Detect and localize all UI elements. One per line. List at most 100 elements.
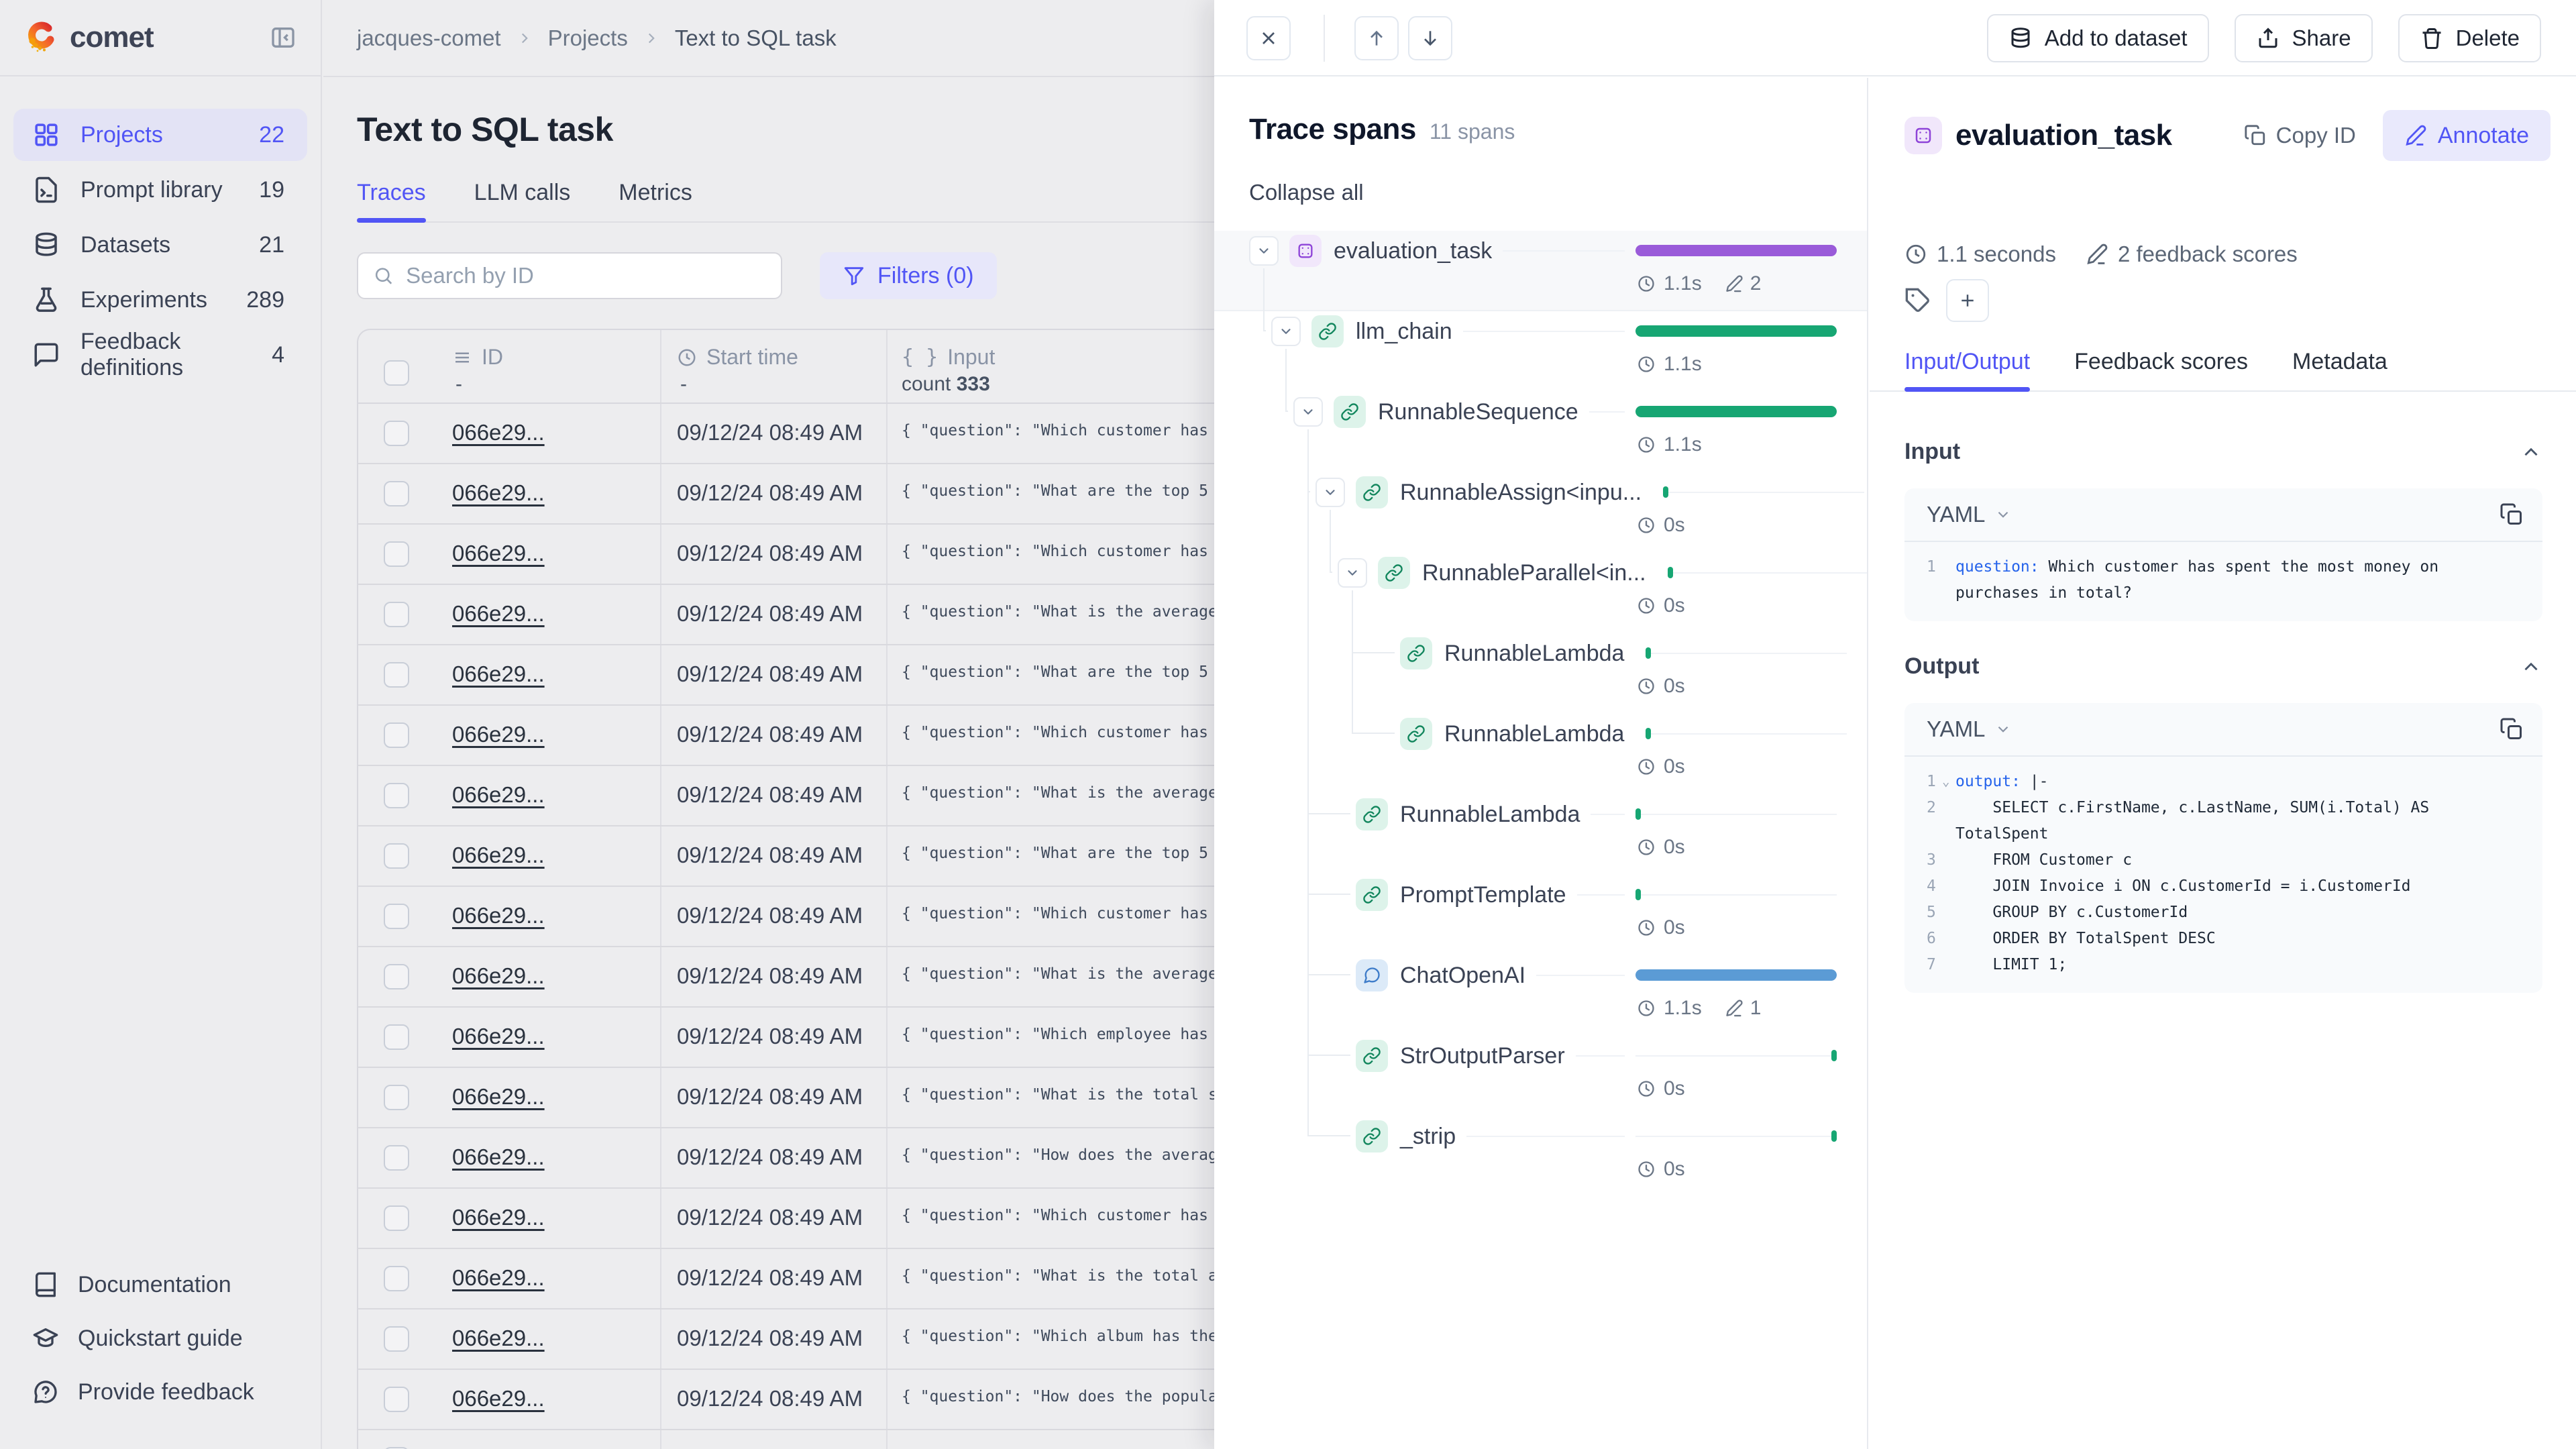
prev-trace-button[interactable]	[1354, 16, 1399, 60]
row-checkbox[interactable]	[384, 783, 409, 808]
row-checkbox[interactable]	[384, 602, 409, 627]
close-button[interactable]	[1246, 16, 1291, 60]
span-row-_strip[interactable]: _strip 0s	[1214, 1116, 1867, 1197]
row-checkbox[interactable]	[384, 1326, 409, 1352]
detail-tab-feedback-scores[interactable]: Feedback scores	[2074, 345, 2248, 390]
trace-id-link[interactable]: 066e29...	[452, 480, 545, 506]
copy-id-button[interactable]: Copy ID	[2244, 123, 2356, 148]
filters-button[interactable]: Filters (0)	[820, 252, 997, 299]
sidebar: comet Projects 22 Prompt library 19 Data…	[0, 0, 322, 1449]
row-checkbox[interactable]	[384, 541, 409, 567]
trace-id-link[interactable]: 066e29...	[452, 1084, 545, 1110]
expand-chevron-button[interactable]	[1338, 558, 1367, 588]
trace-id-link[interactable]: 066e29...	[452, 903, 545, 928]
delete-button[interactable]: Delete	[2398, 14, 2541, 62]
trace-id-link[interactable]: 066e29...	[452, 420, 545, 445]
span-duration: 0s	[1664, 916, 1685, 939]
span-row-runnablelambda[interactable]: RunnableLambda 0s	[1214, 794, 1867, 875]
span-row-evaluation_task[interactable]: evaluation_task 1.1s2	[1214, 231, 1867, 311]
row-checkbox[interactable]	[384, 1205, 409, 1231]
trace-id-link[interactable]: 066e29...	[452, 1144, 545, 1170]
row-checkbox[interactable]	[384, 1387, 409, 1412]
sidebar-item-feedback-definitions[interactable]: Feedback definitions 4	[13, 329, 307, 381]
fold-caret-icon[interactable]: ⌄	[1942, 769, 1949, 795]
span-row-chatopenai[interactable]: ChatOpenAI 1.1s1	[1214, 955, 1867, 1036]
row-checkbox[interactable]	[384, 1266, 409, 1291]
sidebar-item-datasets[interactable]: Datasets 21	[13, 219, 307, 271]
breadcrumb-item[interactable]: jacques-comet	[357, 25, 501, 51]
collapse-all-link[interactable]: Collapse all	[1249, 180, 1364, 205]
share-button[interactable]: Share	[2235, 14, 2373, 62]
select-all-checkbox[interactable]	[384, 360, 409, 386]
span-row-runnablelambda[interactable]: RunnableLambda 0s	[1214, 633, 1867, 714]
trace-id-link[interactable]: 066e29...	[452, 661, 545, 687]
expand-chevron-button[interactable]	[1271, 317, 1301, 346]
trace-id-link[interactable]: 066e29...	[452, 1265, 545, 1291]
trace-id-link[interactable]: 066e29...	[452, 1386, 545, 1411]
input-code: 1question: Which customer has spent the …	[1904, 542, 2542, 621]
span-row-runnableassigninpu[interactable]: RunnableAssign<inpu... 0s	[1214, 472, 1867, 553]
column-header-id[interactable]: ID	[452, 345, 503, 370]
row-checkbox[interactable]	[384, 662, 409, 688]
expand-chevron-button[interactable]	[1293, 397, 1323, 427]
column-header-input[interactable]: { } Input	[902, 345, 995, 370]
tab-traces[interactable]: Traces	[357, 180, 426, 221]
row-checkbox[interactable]	[384, 421, 409, 446]
copy-input-button[interactable]	[2500, 502, 2524, 527]
expand-chevron-button[interactable]	[1249, 236, 1279, 266]
span-row-runnablesequence[interactable]: RunnableSequence 1.1s	[1214, 392, 1867, 472]
collapse-output-button[interactable]	[2520, 655, 2542, 678]
trace-id-link[interactable]: 066e29...	[452, 601, 545, 627]
trace-id-link[interactable]: 066e29...	[452, 843, 545, 868]
trace-id-link[interactable]: 066e29...	[452, 1205, 545, 1230]
span-row-prompttemplate[interactable]: PromptTemplate 0s	[1214, 875, 1867, 955]
footer-link-quickstart-guide[interactable]: Quickstart guide	[13, 1313, 309, 1363]
breadcrumb-item[interactable]: Projects	[548, 25, 628, 51]
trace-id-link[interactable]: 066e29...	[452, 1024, 545, 1049]
trace-id-link[interactable]: 066e29...	[452, 722, 545, 747]
next-trace-button[interactable]	[1408, 16, 1452, 60]
trace-id-link[interactable]: 066e29...	[452, 1326, 545, 1351]
row-checkbox[interactable]	[384, 964, 409, 989]
detail-tab-metadata[interactable]: Metadata	[2292, 345, 2387, 390]
trace-id-link[interactable]: 066e29...	[452, 1446, 545, 1449]
footer-link-documentation[interactable]: Documentation	[13, 1260, 309, 1309]
row-checkbox[interactable]	[384, 904, 409, 929]
tab-llm-calls[interactable]: LLM calls	[474, 180, 571, 221]
sidebar-item-prompt-library[interactable]: Prompt library 19	[13, 164, 307, 216]
row-checkbox[interactable]	[384, 1145, 409, 1171]
comet-logo[interactable]: comet	[24, 20, 154, 55]
footer-link-provide-feedback[interactable]: Provide feedback	[13, 1367, 309, 1417]
span-row-stroutputparser[interactable]: StrOutputParser 0s	[1214, 1036, 1867, 1116]
add-to-dataset-button[interactable]: Add to dataset	[1987, 14, 2209, 62]
row-checkbox[interactable]	[384, 1085, 409, 1110]
expand-chevron-button[interactable]	[1316, 478, 1345, 507]
search-box[interactable]	[357, 252, 782, 299]
sidebar-collapse-icon[interactable]	[270, 24, 297, 51]
copy-output-button[interactable]	[2500, 717, 2524, 741]
span-row-runnablelambda[interactable]: RunnableLambda 0s	[1214, 714, 1867, 794]
input-format-dropdown[interactable]: YAML	[1927, 502, 2012, 527]
row-checkbox[interactable]	[384, 722, 409, 748]
tab-metrics[interactable]: Metrics	[619, 180, 692, 221]
collapse-input-button[interactable]	[2520, 441, 2542, 464]
span-row-llm_chain[interactable]: llm_chain 1.1s	[1214, 311, 1867, 392]
sidebar-item-experiments[interactable]: Experiments 289	[13, 274, 307, 326]
sidebar-item-projects[interactable]: Projects 22	[13, 109, 307, 161]
detail-tab-input-output[interactable]: Input/Output	[1904, 345, 2030, 390]
trace-id-link[interactable]: 066e29...	[452, 541, 545, 566]
add-tag-button[interactable]	[1946, 279, 1989, 322]
search-input[interactable]	[406, 263, 766, 288]
trace-id-link[interactable]: 066e29...	[452, 963, 545, 989]
trace-id-link[interactable]: 066e29...	[452, 782, 545, 808]
span-row-runnableparallelin[interactable]: RunnableParallel<in... 0s	[1214, 553, 1867, 633]
output-format-dropdown[interactable]: YAML	[1927, 716, 2012, 742]
row-checkbox[interactable]	[384, 1024, 409, 1050]
pencil-icon	[2404, 124, 2427, 147]
column-header-start-time[interactable]: Start time	[677, 345, 798, 370]
column-sub-start-time: -	[680, 373, 687, 396]
annotate-button[interactable]: Annotate	[2383, 110, 2551, 161]
logo-text: comet	[70, 21, 154, 54]
row-checkbox[interactable]	[384, 843, 409, 869]
row-checkbox[interactable]	[384, 481, 409, 506]
